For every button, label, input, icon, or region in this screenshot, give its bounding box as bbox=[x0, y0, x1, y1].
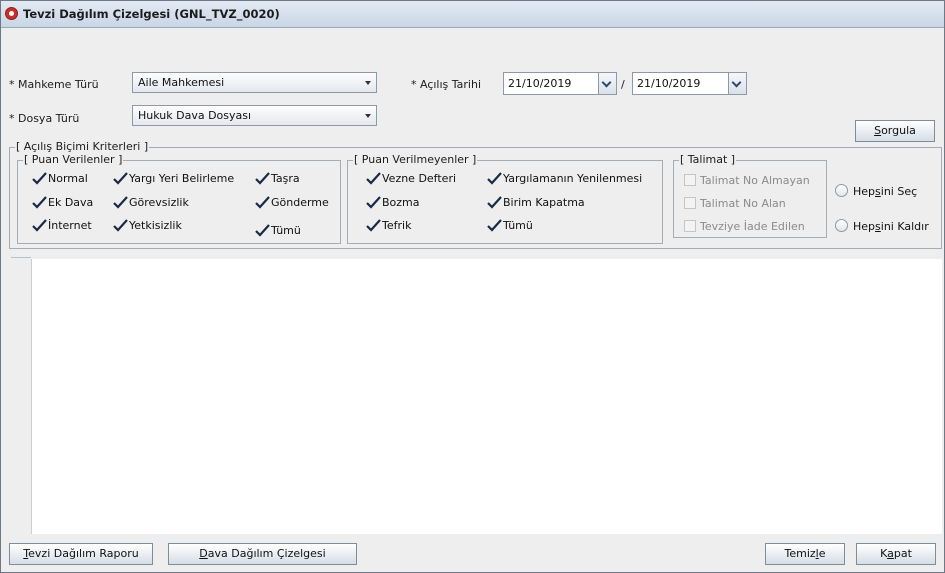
radio-label-pre: Hep bbox=[853, 185, 876, 198]
checkmark-icon bbox=[112, 195, 128, 210]
checkmark-icon bbox=[31, 218, 47, 233]
checkbox-empty-icon bbox=[684, 174, 696, 186]
date-to-value: 21/10/2019 bbox=[637, 77, 701, 90]
radio-label-pre: Hep bbox=[853, 220, 876, 233]
talimat-title: [ Talimat ] bbox=[679, 153, 737, 166]
sorgula-button[interactable]: Sorgula bbox=[855, 120, 935, 142]
app-logo-icon bbox=[5, 7, 18, 20]
window-title: Tevzi Dağılım Çizelgesi (GNL_TVZ_0020) bbox=[23, 7, 280, 21]
acilis-bicimi-kriterleri-title: [ Açılış Biçimi Kriterleri ] bbox=[15, 140, 150, 153]
radio-label: Hepsini Seç bbox=[853, 185, 917, 198]
checkbox-label: Vezne Defteri bbox=[382, 172, 457, 185]
chevron-down-icon bbox=[365, 114, 371, 118]
mahkeme-turu-value: Aile Mahkemesi bbox=[138, 76, 225, 89]
mahkeme-turu-label: * Mahkeme Türü bbox=[9, 78, 99, 91]
date-to-field[interactable]: 21/10/2019 bbox=[632, 72, 747, 95]
button-label-post: e bbox=[818, 547, 826, 560]
dosya-turu-combobox[interactable]: Hukuk Dava Dosyası bbox=[132, 105, 377, 126]
checkbox-label: Tümü bbox=[271, 224, 301, 237]
checkbox-label: Yargılamanın Yenilenmesi bbox=[503, 172, 643, 185]
button-label-post: evzi Dağılım Raporu bbox=[28, 547, 139, 560]
puan-verilenler-title: [ Puan Verilenler ] bbox=[23, 153, 124, 166]
title-bar[interactable]: Tevzi Dağılım Çizelgesi (GNL_TVZ_0020) bbox=[1, 1, 944, 28]
checkmark-icon bbox=[112, 171, 128, 186]
checkmark-icon bbox=[365, 218, 381, 233]
chevron-down-icon bbox=[365, 81, 371, 85]
mahkeme-turu-combobox[interactable]: Aile Mahkemesi bbox=[132, 72, 377, 93]
button-mnemonic: D bbox=[199, 547, 208, 560]
checkmark-icon bbox=[31, 171, 47, 186]
checkmark-icon bbox=[254, 171, 270, 186]
radio-label: Hepsini Kaldır bbox=[853, 220, 929, 233]
radio-circle-icon bbox=[835, 184, 848, 197]
checkmark-icon bbox=[254, 195, 270, 210]
checkbox-empty-icon bbox=[684, 197, 696, 209]
checkbox-label: Ek Dava bbox=[48, 196, 94, 209]
dosya-turu-value: Hukuk Dava Dosyası bbox=[138, 109, 252, 122]
checkbox-label: Talimat No Almayan bbox=[700, 174, 810, 187]
checkmark-icon bbox=[365, 171, 381, 186]
button-mnemonic: a bbox=[887, 547, 894, 560]
checkmark-icon bbox=[486, 218, 502, 233]
checkbox-label: Taşra bbox=[271, 172, 300, 185]
checkmark-icon bbox=[365, 195, 381, 210]
checkbox-label: Talimat No Alan bbox=[700, 197, 786, 210]
checkmark-icon bbox=[112, 218, 128, 233]
calendar-dropdown-icon[interactable] bbox=[598, 73, 616, 94]
tevzi-dagilim-raporu-button[interactable]: Tevzi Dağılım Raporu bbox=[9, 543, 153, 565]
date-separator: / bbox=[621, 78, 625, 91]
checkbox-label: Tümü bbox=[503, 219, 533, 232]
date-from-field[interactable]: 21/10/2019 bbox=[503, 72, 617, 95]
button-label-pre: Temiz bbox=[784, 547, 816, 560]
radio-circle-icon bbox=[835, 219, 848, 232]
results-panel[interactable] bbox=[31, 259, 942, 534]
checkmark-icon bbox=[254, 223, 270, 238]
date-from-value: 21/10/2019 bbox=[508, 77, 572, 90]
radio-label-post: ini Kaldır bbox=[880, 220, 929, 233]
checkbox-label: İnternet bbox=[48, 219, 92, 232]
temizle-button[interactable]: Temizle bbox=[765, 543, 845, 565]
results-separator bbox=[11, 257, 31, 258]
checkbox-label: Normal bbox=[48, 172, 88, 185]
checkbox-label: Bozma bbox=[382, 196, 420, 209]
button-label-post: ava Dağılım Çizelgesi bbox=[207, 547, 326, 560]
checkbox-label: Gönderme bbox=[271, 196, 329, 209]
checkbox-label: Birim Kapatma bbox=[503, 196, 585, 209]
checkbox-label: Yetkisizlik bbox=[129, 219, 182, 232]
checkbox-label: Görevsizlik bbox=[129, 196, 189, 209]
main-window: Tevzi Dağılım Çizelgesi (GNL_TVZ_0020) *… bbox=[0, 0, 945, 573]
dosya-turu-label: * Dosya Türü bbox=[9, 112, 80, 125]
calendar-dropdown-icon[interactable] bbox=[728, 73, 746, 94]
checkmark-icon bbox=[31, 195, 47, 210]
checkbox-empty-icon bbox=[684, 220, 696, 232]
kapat-button[interactable]: Kapat bbox=[856, 543, 936, 565]
button-label-post: pat bbox=[893, 547, 912, 560]
checkmark-icon bbox=[486, 171, 502, 186]
puan-verilmeyenler-title: [ Puan Verilmeyenler ] bbox=[353, 153, 478, 166]
checkbox-label: Tefrik bbox=[382, 219, 412, 232]
radio-label-post: ini Seç bbox=[880, 185, 918, 198]
checkbox-label: Yargı Yeri Belirleme bbox=[129, 172, 235, 185]
acilis-tarihi-label: * Açılış Tarihi bbox=[411, 78, 482, 91]
checkbox-label: Tevziye İade Edilen bbox=[700, 220, 805, 233]
dava-dagilim-cizelgesi-button[interactable]: Dava Dağılım Çizelgesi bbox=[168, 543, 357, 565]
sorgula-label-post: orgula bbox=[881, 124, 916, 137]
checkmark-icon bbox=[486, 195, 502, 210]
